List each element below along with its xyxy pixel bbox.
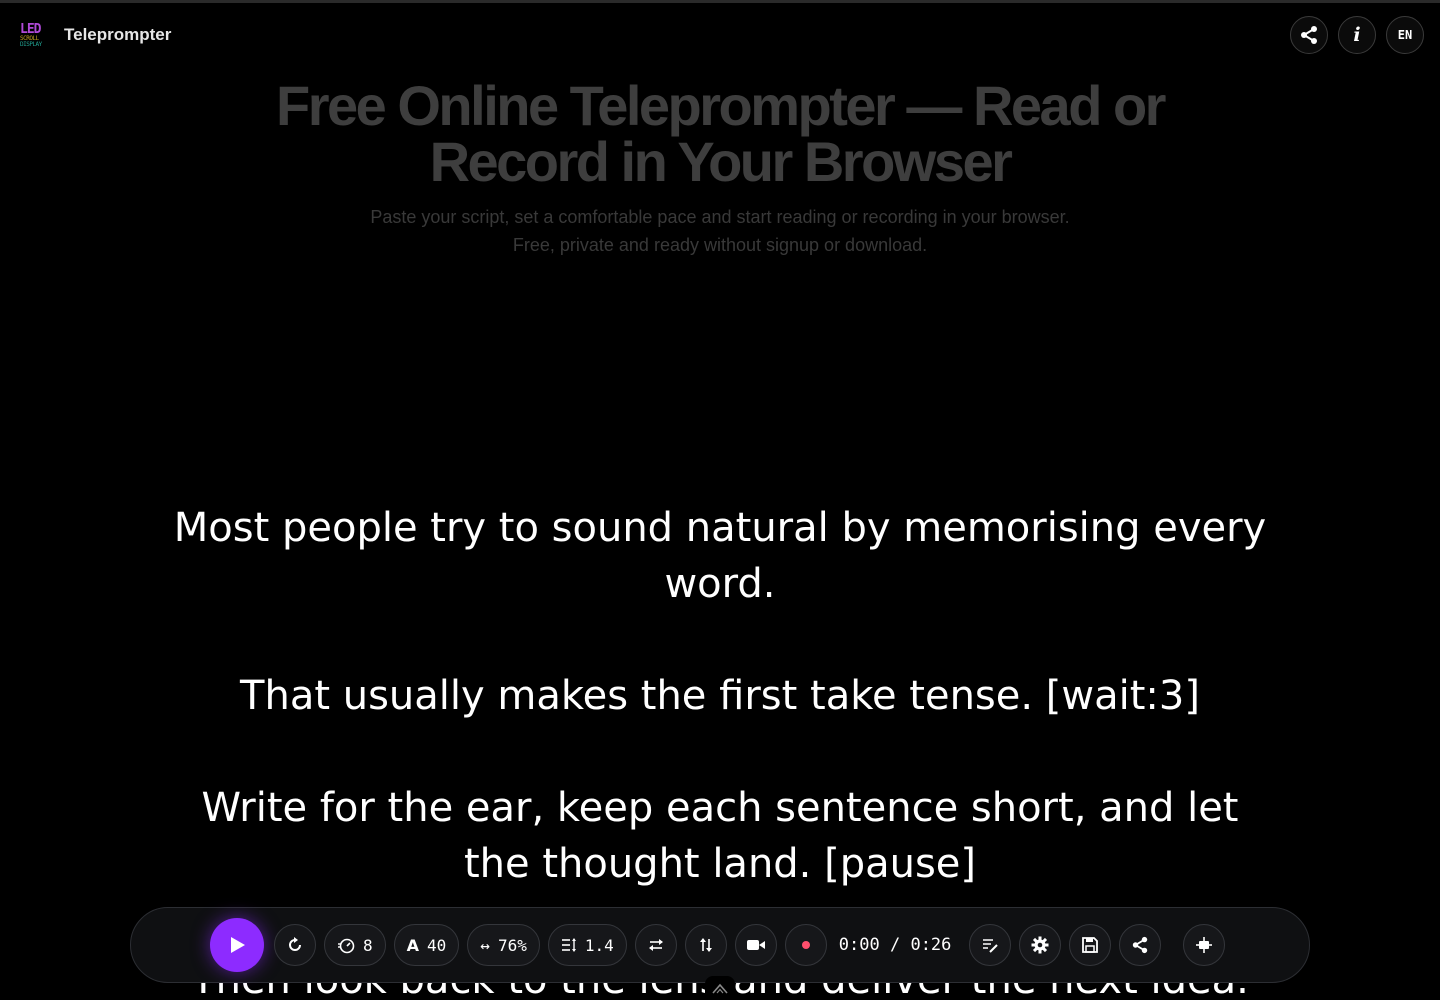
page-title: Free Online Teleprompter — Read or Recor…	[276, 74, 1166, 193]
share-script-button[interactable]	[1119, 924, 1162, 966]
width-control[interactable]: ↔ 76%	[467, 924, 540, 966]
font-size-control[interactable]: A 40	[393, 924, 460, 966]
time-total: 0:26	[910, 935, 952, 955]
record-button[interactable]	[784, 924, 827, 966]
language-label: EN	[1397, 28, 1413, 42]
brand[interactable]: LED SCROLL DISPLAY Teleprompter	[20, 22, 171, 48]
share-icon	[1301, 26, 1317, 44]
save-button[interactable]	[1069, 924, 1112, 966]
info-icon: i	[1353, 24, 1361, 46]
line-height-value: 1.4	[584, 935, 614, 955]
camera-button[interactable]	[734, 924, 777, 966]
chevron-up-icon	[712, 983, 728, 994]
font-size-value: 40	[427, 935, 447, 955]
play-button[interactable]	[210, 918, 264, 972]
font-size-icon: A	[406, 935, 420, 955]
restart-button[interactable]	[274, 924, 316, 966]
top-divider	[0, 0, 1440, 3]
collapse-controls-handle[interactable]	[705, 976, 735, 1000]
gear-icon	[1031, 936, 1049, 954]
app-logo: LED SCROLL DISPLAY	[20, 21, 42, 48]
speedometer-icon	[338, 938, 355, 954]
mirror-vertical-button[interactable]	[684, 924, 727, 966]
flip-horizontal-icon	[648, 939, 663, 951]
settings-button[interactable]	[1019, 924, 1062, 966]
flip-vertical-icon	[699, 938, 712, 952]
speed-control[interactable]: 8	[324, 924, 386, 966]
play-icon	[231, 937, 245, 953]
share-button[interactable]	[1290, 16, 1328, 54]
script-paragraph: Write for the ear, keep each sentence sh…	[201, 785, 1239, 887]
header-actions: i EN	[1290, 16, 1424, 54]
info-button[interactable]: i	[1338, 16, 1376, 54]
width-value: 76%	[497, 935, 527, 955]
line-height-control[interactable]: 1.4	[547, 924, 627, 966]
fullscreen-icon	[1196, 937, 1213, 953]
width-icon: ↔	[480, 935, 490, 955]
time-separator: /	[889, 935, 901, 955]
language-button[interactable]: EN	[1386, 16, 1424, 54]
time-display: 0:00 / 0:26	[835, 935, 962, 955]
control-bar: 8 A 40 ↔ 76% 1.4 0:00 / 0:26	[130, 907, 1310, 983]
restart-icon	[289, 937, 301, 951]
app-title: Teleprompter	[64, 25, 172, 44]
share-icon	[1133, 936, 1148, 954]
line-height-icon	[561, 938, 576, 952]
video-camera-icon	[746, 940, 765, 950]
page-subtitle: Paste your script, set a comfortable pac…	[370, 207, 1070, 255]
mirror-horizontal-button[interactable]	[634, 924, 677, 966]
speed-value: 8	[363, 935, 373, 955]
script-paragraph: Most people try to sound natural by memo…	[173, 505, 1267, 607]
script-viewport[interactable]: Most people try to sound natural by memo…	[170, 500, 1270, 892]
edit-script-button[interactable]	[969, 924, 1012, 966]
time-elapsed: 0:00	[838, 935, 880, 955]
fullscreen-button[interactable]	[1183, 924, 1226, 966]
save-icon	[1082, 937, 1099, 953]
record-icon	[801, 941, 810, 949]
script-paragraph: That usually makes the first take tense.…	[240, 673, 1200, 719]
edit-text-icon	[983, 939, 999, 953]
